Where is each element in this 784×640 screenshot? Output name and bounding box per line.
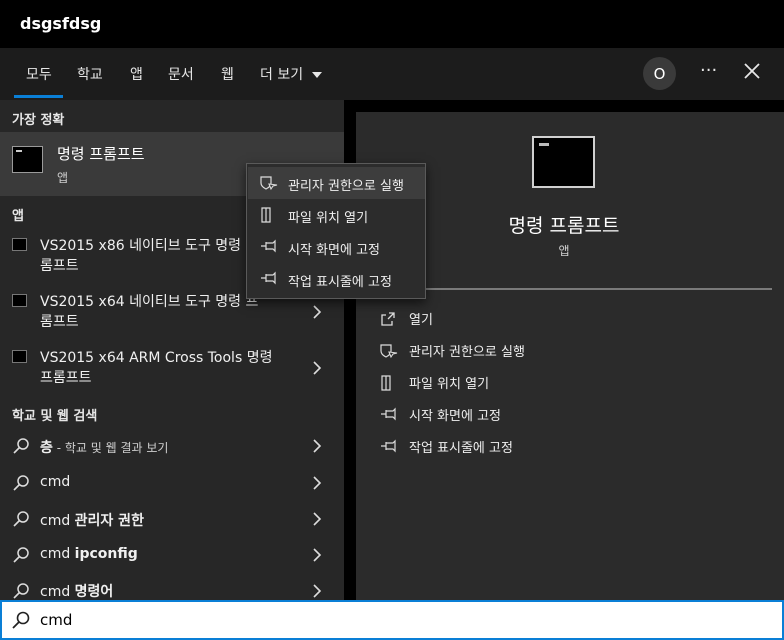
divider <box>368 288 772 290</box>
web-result-text: cmd 관리자 권한 <box>40 510 144 530</box>
web-result-bold: 명령어 <box>74 584 114 600</box>
search-icon <box>13 511 29 527</box>
context-label: 작업 표시줄에 고정 <box>288 275 392 290</box>
web-result-prefix: cmd <box>40 474 71 490</box>
chevron-right-icon[interactable] <box>312 584 322 598</box>
web-result-prefix: cmd <box>40 584 75 600</box>
terminal-icon <box>12 350 27 363</box>
app-result-line1: VS2015 x64 ARM Cross Tools 명령 <box>40 350 273 366</box>
app-result-line2: 롬프트 <box>40 314 79 330</box>
web-result-prefix: cmd <box>40 513 75 529</box>
action-label: 작업 표시줄에 고정 <box>409 441 513 456</box>
web-result-bold: ipconfig <box>74 546 138 562</box>
chevron-right-icon[interactable] <box>312 548 322 562</box>
chevron-right-icon[interactable] <box>312 476 322 490</box>
web-result-sub: - 학교 및 웹 결과 보기 <box>52 441 169 455</box>
open-icon <box>381 312 395 326</box>
search-input[interactable] <box>40 608 740 632</box>
cmd-app-large-icon <box>532 136 595 188</box>
chevron-right-icon[interactable] <box>312 361 322 375</box>
context-open-file-location[interactable]: 파일 위치 열기 <box>248 199 425 231</box>
web-result-text: cmd ipconfig <box>40 546 138 562</box>
app-result-line1: VS2015 x64 네이티브 도구 명령 프 <box>40 294 259 310</box>
context-run-as-admin[interactable]: 관리자 권한으로 실행 <box>248 167 425 199</box>
web-result-text: cmd <box>40 474 70 490</box>
file-location-icon <box>381 375 391 391</box>
tab-more[interactable]: 더 보기 <box>260 64 322 84</box>
context-label: 파일 위치 열기 <box>288 211 369 226</box>
close-icon[interactable] <box>742 61 762 81</box>
search-icon <box>13 547 29 563</box>
pin-icon <box>381 439 396 453</box>
web-result-bold: 관리자 권한 <box>74 513 144 529</box>
apps-header: 앱 <box>12 209 24 224</box>
context-menu: 관리자 권한으로 실행 파일 위치 열기 시작 화면에 고정 작업 표시줄에 고… <box>246 163 426 299</box>
best-match-title: 명령 프롬프트 <box>57 145 145 163</box>
web-search-header: 학교 및 웹 검색 <box>12 409 98 424</box>
title-bar: dsgsfdsg <box>0 0 784 48</box>
best-match-subtitle: 앱 <box>57 171 69 185</box>
context-label: 관리자 권한으로 실행 <box>288 179 404 194</box>
action-label: 관리자 권한으로 실행 <box>409 345 525 360</box>
web-result-text: 층 - 학교 및 웹 결과 보기 <box>40 437 168 457</box>
pin-icon <box>261 239 276 253</box>
action-label: 열기 <box>409 313 433 328</box>
cmd-app-icon <box>12 146 43 173</box>
web-result-text: cmd 명령어 <box>40 581 113 601</box>
file-location-icon <box>261 207 271 223</box>
app-result-line2: 프롬프트 <box>40 370 92 386</box>
context-pin-to-taskbar[interactable]: 작업 표시줄에 고정 <box>248 263 425 295</box>
chevron-right-icon[interactable] <box>312 305 322 319</box>
pin-icon <box>261 271 276 285</box>
tab-all[interactable]: 모두 <box>26 64 52 84</box>
tab-more-label: 더 보기 <box>260 67 304 83</box>
more-options-icon[interactable]: ··· <box>700 60 717 81</box>
context-label: 시작 화면에 고정 <box>288 243 380 258</box>
caret-down-icon <box>311 72 322 78</box>
search-icon <box>13 438 29 454</box>
avatar[interactable]: O <box>643 57 676 90</box>
tab-web[interactable]: 웹 <box>221 64 234 84</box>
search-icon <box>12 611 30 629</box>
active-tab-indicator <box>14 95 63 98</box>
window-title: dsgsfdsg <box>20 14 102 33</box>
search-icon <box>13 475 29 491</box>
tab-school[interactable]: 학교 <box>77 64 103 84</box>
app-result-line1: VS2015 x86 네이티브 도구 명령 <box>40 238 242 254</box>
search-icon <box>13 583 29 599</box>
chevron-right-icon[interactable] <box>312 512 322 526</box>
app-result-line2: 롬프트 <box>40 258 79 274</box>
best-match-header: 가장 정확 <box>12 113 65 128</box>
tab-documents[interactable]: 문서 <box>168 64 194 84</box>
terminal-icon <box>12 294 27 307</box>
web-result-bold: 층 <box>40 440 53 456</box>
terminal-icon <box>12 238 27 251</box>
tab-apps[interactable]: 앱 <box>130 64 143 84</box>
web-result-prefix: cmd <box>40 546 75 562</box>
action-label: 시작 화면에 고정 <box>409 409 501 424</box>
shield-icon <box>260 176 278 191</box>
chevron-right-icon[interactable] <box>312 439 322 453</box>
context-pin-to-start[interactable]: 시작 화면에 고정 <box>248 231 425 263</box>
action-label: 파일 위치 열기 <box>409 377 490 392</box>
search-box[interactable] <box>0 600 784 640</box>
pin-icon <box>381 407 396 421</box>
shield-icon <box>380 344 398 359</box>
